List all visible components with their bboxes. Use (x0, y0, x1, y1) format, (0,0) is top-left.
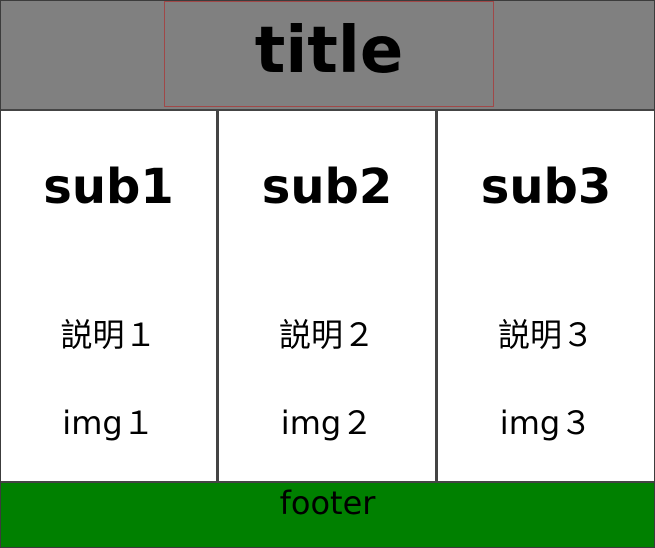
column-3-subtitle: sub3 (480, 159, 612, 215)
footer: footer (1, 481, 654, 547)
column-1-description: 説明１ (60, 316, 157, 354)
header: title (1, 1, 654, 111)
column-2-description: 説明２ (278, 316, 375, 354)
page: title sub1 説明１ img１ sub2 説明２ img２ sub3 説… (0, 0, 655, 548)
column-3-image-label: img３ (499, 404, 593, 442)
column-2-subtitle: sub2 (261, 159, 393, 215)
column-3-description: 説明３ (497, 316, 594, 354)
title-box: title (164, 1, 494, 107)
page-title: title (254, 14, 404, 88)
column-2-image-label: img２ (280, 404, 374, 442)
column-1: sub1 説明１ img１ (1, 111, 219, 481)
column-1-image-label: img１ (62, 404, 155, 442)
column-2: sub2 説明２ img２ (219, 111, 438, 481)
columns-container: sub1 説明１ img１ sub2 説明２ img２ sub3 説明３ img… (1, 111, 654, 481)
column-1-subtitle: sub1 (43, 159, 174, 215)
footer-label: footer (279, 484, 376, 522)
column-3: sub3 説明３ img３ (438, 111, 654, 481)
